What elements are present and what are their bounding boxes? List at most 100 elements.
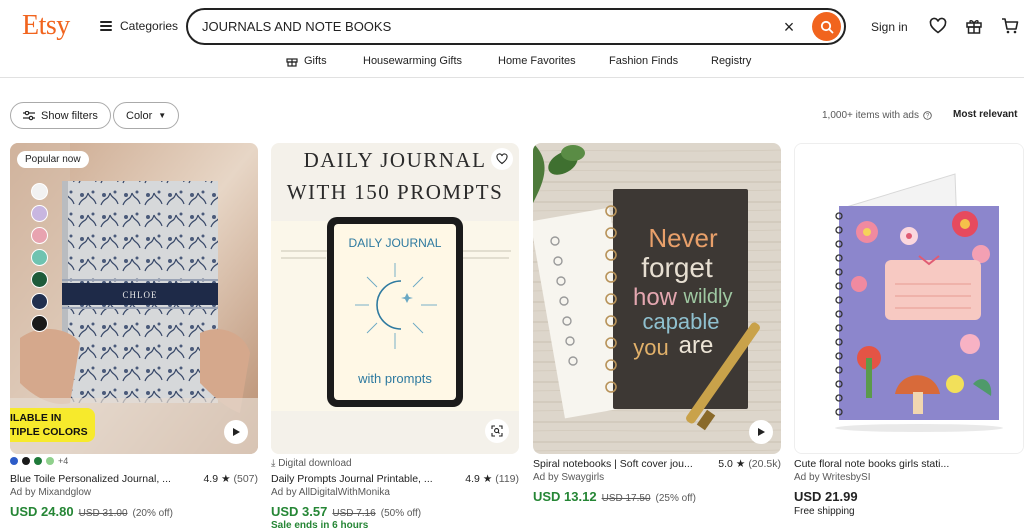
visual-search-icon[interactable] (485, 419, 509, 443)
listing-title[interactable]: Daily Prompts Journal Printable, ... (271, 473, 433, 485)
original-price: USD 31.00 (78, 508, 128, 519)
nav-gifts[interactable]: Gifts (286, 55, 327, 67)
nav-gifts-label: Gifts (304, 55, 327, 67)
etsy-logo[interactable]: Etsy (22, 10, 70, 42)
listing-image[interactable]: CHLOE Popular now ILABLE IN TIPLE COLORS (10, 143, 258, 454)
category-nav: Gifts Housewarming Gifts Home Favorites … (0, 52, 1024, 78)
search-bar: × (186, 8, 846, 45)
listing-image[interactable]: Never forget how wildly capable you are (533, 143, 781, 454)
listing-rating: 4.9 ★ (507) (203, 473, 258, 485)
listing-title-row: Daily Prompts Journal Printable, ... 4.9… (271, 473, 519, 485)
sale-price: USD 24.80 (10, 504, 74, 519)
rating-value: 4.9 (203, 473, 219, 485)
sort-dropdown[interactable]: Most relevant (953, 109, 1017, 120)
color-options: +4 (10, 456, 68, 466)
star-icon: ★ (735, 458, 746, 470)
quote-word-2: forget (641, 252, 713, 283)
clear-search-icon[interactable]: × (780, 18, 798, 36)
free-shipping-label: Free shipping (794, 506, 855, 517)
sale-ends-notice: Sale ends in 6 hours (271, 520, 369, 531)
color-swatch-navy[interactable] (31, 293, 48, 310)
color-filter-label: Color (126, 109, 153, 122)
listing-title[interactable]: Cute floral note books girls stati... (794, 458, 949, 470)
review-count: (20.5k) (748, 458, 781, 470)
price-row: USD 3.57 USD 7.16 (50% off) (271, 504, 421, 519)
ad-shop-name[interactable]: Ad by Mixandglow (10, 487, 91, 498)
banner-line-2: TIPLE COLORS (10, 426, 88, 438)
quote-word-7: are (679, 332, 714, 359)
color-dot[interactable] (46, 457, 54, 465)
search-button[interactable] (812, 12, 841, 41)
star-icon: ★ (221, 473, 231, 485)
quote-word-1: Never (648, 223, 718, 253)
listing-image[interactable] (794, 143, 1024, 454)
nav-home-favorites[interactable]: Home Favorites (498, 55, 576, 67)
play-video-icon[interactable] (749, 420, 773, 444)
quote-word-4: wildly (683, 286, 733, 308)
listing-title-row: Blue Toile Personalized Journal, ... 4.9… (10, 473, 258, 485)
more-colors-count: +4 (58, 456, 69, 466)
filter-sliders-icon (23, 110, 35, 120)
personalized-name: CHLOE (123, 290, 158, 300)
color-swatch-teal[interactable] (31, 249, 48, 266)
sale-price: USD 13.12 (533, 489, 597, 504)
sign-in-link[interactable]: Sign in (871, 20, 908, 34)
search-input[interactable] (202, 11, 772, 42)
quote-word-6: you (633, 335, 668, 360)
color-swatch-black[interactable] (31, 315, 48, 332)
categories-label: Categories (120, 19, 179, 33)
color-filter-button[interactable]: Color ▼ (113, 102, 180, 129)
color-dot[interactable] (10, 457, 18, 465)
nav-registry[interactable]: Registry (711, 55, 751, 67)
gift-icon[interactable] (965, 17, 983, 35)
listing-title[interactable]: Spiral notebooks | Soft cover jou... (533, 458, 693, 470)
download-icon: ⤓ (271, 458, 276, 469)
color-swatch-lilac[interactable] (31, 205, 48, 222)
cart-icon[interactable] (1001, 17, 1019, 35)
listing-rating: 5.0 ★ (20.5k) (718, 458, 781, 470)
price-row: USD 13.12 USD 17.50 (25% off) (533, 489, 696, 504)
color-dot[interactable] (22, 457, 30, 465)
quote-word-3: how (633, 284, 678, 311)
rating-value: 5.0 (718, 458, 733, 470)
listing-title-row: Cute floral note books girls stati... (794, 458, 1024, 470)
help-circle-icon[interactable]: ? (923, 111, 932, 120)
color-swatch-green[interactable] (31, 271, 48, 288)
nav-fashion-finds[interactable]: Fashion Finds (609, 55, 678, 67)
color-dot[interactable] (34, 457, 42, 465)
listing-card: Never forget how wildly capable you are … (533, 143, 781, 532)
price-row: USD 21.99 (794, 489, 858, 504)
listing-image[interactable]: DAILY JOURNAL WITH 150 PROMPTS DAILY JOU… (271, 143, 519, 454)
caret-down-icon: ▼ (158, 111, 167, 120)
site-header: Etsy Categories × Sign in (0, 0, 1024, 52)
color-swatch-white[interactable] (31, 183, 48, 200)
show-filters-button[interactable]: Show filters (10, 102, 111, 129)
sale-price: USD 3.57 (271, 504, 328, 519)
digital-download-tag: ⤓ Digital download (271, 458, 352, 469)
original-price: USD 17.50 (601, 493, 651, 504)
listing-rating: 4.9 ★ (119) (465, 473, 519, 485)
categories-button[interactable]: Categories (100, 14, 178, 38)
digital-download-label: Digital download (278, 458, 352, 469)
favorite-heart-icon[interactable] (491, 148, 513, 170)
ad-shop-name[interactable]: Ad by Swaygirls (533, 472, 604, 483)
color-swatch-pink[interactable] (31, 227, 48, 244)
play-video-icon[interactable] (224, 420, 248, 444)
ad-shop-name[interactable]: Ad by WritesbySI (794, 472, 871, 483)
gift-icon (286, 58, 298, 67)
image-headline-2: WITH 150 PROMPTS (287, 180, 504, 204)
favorites-heart-icon[interactable] (929, 17, 947, 35)
menu-icon (100, 21, 112, 31)
discount-percent: (50% off) (380, 508, 422, 519)
search-icon (820, 20, 833, 33)
discount-percent: (25% off) (655, 493, 696, 504)
rating-value: 4.9 (465, 473, 480, 485)
listing-card: Cute floral note books girls stati... Ad… (794, 143, 1024, 532)
star-icon: ★ (482, 473, 493, 485)
nav-housewarming-gifts[interactable]: Housewarming Gifts (363, 55, 462, 67)
listing-card: DAILY JOURNAL WITH 150 PROMPTS DAILY JOU… (271, 143, 519, 532)
ad-shop-name[interactable]: Ad by AllDigitalWithMonika (271, 487, 390, 498)
listing-title[interactable]: Blue Toile Personalized Journal, ... (10, 473, 171, 485)
original-price: USD 7.16 (332, 508, 376, 519)
discount-percent: (20% off) (132, 508, 173, 519)
